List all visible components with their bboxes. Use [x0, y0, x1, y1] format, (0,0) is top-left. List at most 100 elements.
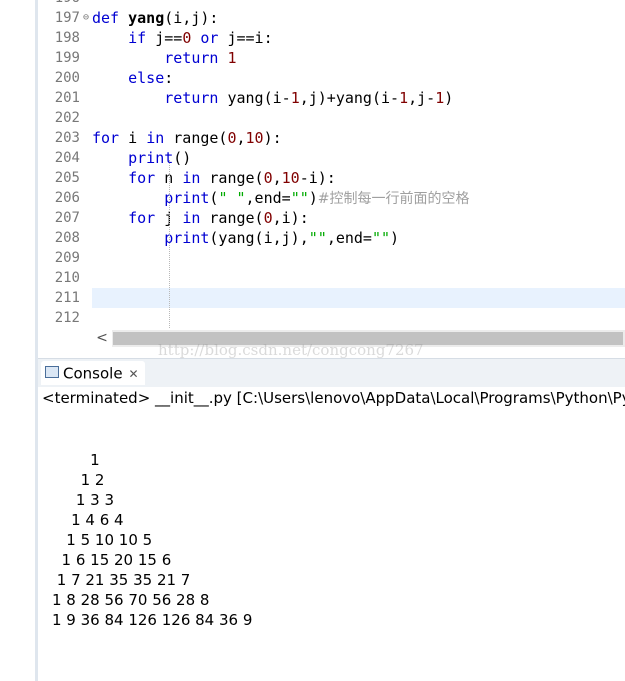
console-tab-bar: Console ✕	[38, 358, 625, 387]
code-token: for	[128, 209, 156, 227]
output-line: 1 8 28 56 70 56 28 8	[52, 591, 215, 609]
code-text[interactable]: def yang(i,j):	[92, 8, 218, 28]
code-text[interactable]: return 1	[92, 48, 237, 68]
code-token: ""	[371, 229, 391, 247]
code-line[interactable]: 204 print()	[38, 148, 625, 168]
code-token: )	[390, 229, 400, 247]
code-token: #控制每一行前面的空格	[317, 191, 470, 207]
code-text[interactable]: for i in range(0,10):	[92, 128, 282, 148]
fold-gutter	[80, 308, 92, 328]
output-line: 1 3 3	[52, 491, 119, 509]
collapse-icon[interactable]: ⊖	[80, 8, 92, 28]
output-line: 1 7 21 35 35 21 7	[52, 571, 196, 589]
fold-gutter	[80, 268, 92, 288]
code-token: 1	[435, 89, 445, 107]
code-line[interactable]: 196	[38, 0, 625, 8]
fold-gutter	[80, 68, 92, 88]
code-line[interactable]: 208 print(yang(i,j),"",end="")	[38, 228, 625, 248]
line-number: 212	[54, 310, 80, 326]
code-line[interactable]: 199 return 1	[38, 48, 625, 68]
code-text[interactable]: print(" ",end="")#控制每一行前面的空格	[92, 188, 470, 209]
code-token: print	[164, 229, 210, 247]
fold-gutter	[80, 108, 92, 128]
code-line[interactable]: 211	[38, 288, 625, 308]
code-text[interactable]: else:	[92, 68, 173, 88]
code-token: 0	[263, 169, 273, 187]
line-number: 203	[54, 130, 80, 146]
line-number: 202	[54, 110, 80, 126]
code-token: for	[92, 129, 120, 147]
fold-gutter	[80, 88, 92, 108]
code-token: j==	[146, 29, 183, 47]
console-tab-label: Console	[63, 364, 123, 383]
line-number: 207	[54, 210, 80, 226]
code-token: ,j)+yang(i-	[299, 89, 400, 107]
line-number: 204	[54, 150, 80, 166]
code-line[interactable]: 210	[38, 268, 625, 288]
code-line[interactable]: 203 for i in range(0,10):	[38, 128, 625, 148]
fold-gutter	[80, 128, 92, 148]
code-line[interactable]: 201 return yang(i-1,j)+yang(i-1,j-1)	[38, 88, 625, 108]
code-token: )	[308, 189, 318, 207]
code-token: ""	[290, 189, 309, 207]
line-number: 205	[54, 170, 80, 186]
code-line[interactable]: 198 if j==0 or j==i:	[38, 28, 625, 48]
code-token: or	[200, 29, 219, 47]
code-line[interactable]: 202	[38, 108, 625, 128]
output-line: 1 9 36 84 126 126 84 36 9	[52, 611, 258, 629]
code-text[interactable]: return yang(i-1,j)+yang(i-1,j-1)	[92, 88, 453, 108]
code-lines[interactable]: 196197⊖def yang(i,j):198 if j==0 or j==i…	[38, 0, 625, 328]
code-text[interactable]: for j in range(0,i):	[92, 208, 309, 228]
indent-guide	[169, 160, 170, 328]
fold-gutter	[80, 228, 92, 248]
scroll-left-icon[interactable]: <	[92, 330, 112, 347]
console-icon	[45, 365, 59, 378]
code-text[interactable]: print()	[92, 148, 191, 168]
code-line[interactable]: 209	[38, 248, 625, 268]
code-line[interactable]: 197 ⊖ def yang(i,j):	[38, 8, 625, 28]
output-line: 1 6 15 20 15 6	[52, 551, 177, 569]
code-text[interactable]: for n in range(0,10-i):	[92, 168, 336, 188]
code-token: 1	[227, 49, 237, 67]
code-token: yang	[128, 9, 165, 27]
watermark: http://blog.csdn.net/congcong7267	[158, 341, 424, 359]
fold-gutter	[80, 0, 92, 8]
code-text[interactable]: if j==0 or j==i:	[92, 28, 273, 48]
code-token: else	[128, 69, 165, 87]
code-token: range(	[200, 169, 264, 187]
line-number: 199	[54, 50, 80, 66]
code-token: 1	[399, 89, 409, 107]
close-icon[interactable]: ✕	[129, 367, 139, 381]
code-token: range(	[164, 129, 228, 147]
code-line[interactable]: 207 for j in range(0,i):	[38, 208, 625, 228]
code-line[interactable]: 205 for n in range(0,10-i):	[38, 168, 625, 188]
code-token: ):	[263, 129, 282, 147]
code-token: for	[128, 169, 156, 187]
code-token: in	[182, 169, 201, 187]
code-editor[interactable]: 196197⊖def yang(i,j):198 if j==0 or j==i…	[38, 0, 625, 348]
code-token: ,i):	[272, 209, 309, 227]
code-token: if	[128, 29, 147, 47]
code-token: ,	[272, 169, 282, 187]
code-token: yang(i-	[218, 89, 291, 107]
code-token: i	[119, 129, 147, 147]
tab-console[interactable]: Console ✕	[41, 361, 145, 385]
code-token: ()	[173, 149, 192, 167]
line-number: 206	[54, 190, 80, 206]
code-token: in	[182, 209, 201, 227]
ide-window: 196197⊖def yang(i,j):198 if j==0 or j==i…	[0, 0, 625, 681]
output-line: 1 4 6 4	[52, 511, 129, 529]
code-line[interactable]: 200 else:	[38, 68, 625, 88]
line-number: 201	[54, 90, 80, 106]
line-number: 210	[54, 270, 80, 286]
code-token: range(	[200, 209, 264, 227]
code-line[interactable]: 206 print(" ",end="")#控制每一行前面的空格	[38, 188, 625, 208]
code-text[interactable]: print(yang(i,j),"",end="")	[92, 228, 399, 248]
code-token: ,end=	[326, 229, 372, 247]
fold-gutter	[80, 248, 92, 268]
code-line[interactable]: 212	[38, 308, 625, 328]
code-token: (yang(i,j),	[209, 229, 309, 247]
line-number: 211	[38, 288, 80, 308]
